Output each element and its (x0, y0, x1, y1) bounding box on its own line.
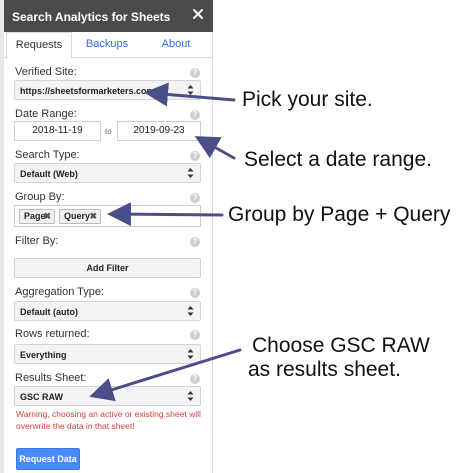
rows-returned-select[interactable]: Everything (14, 344, 201, 364)
select-arrows-icon (187, 85, 194, 95)
annotation-gsc-line1: Choose GSC RAW (252, 334, 430, 357)
overwrite-warning: Warning, choosing an active or existing … (16, 409, 201, 431)
search-type-select[interactable]: Default (Web) (14, 163, 201, 183)
sidebar-titlebar: Search Analytics for Sheets (4, 0, 213, 32)
tab-backups[interactable]: Backups (76, 32, 138, 58)
annotation-group: Group by Page + Query (228, 203, 451, 226)
aggregation-type-value: Default (auto) (20, 307, 78, 317)
help-icon[interactable]: ? (190, 330, 200, 340)
aggregation-type-label: Aggregation Type: (15, 286, 105, 298)
help-icon[interactable]: ? (190, 151, 200, 161)
sidebar-title: Search Analytics for Sheets (12, 10, 171, 24)
tab-bar: Requests Backups About (4, 32, 213, 59)
start-date-input[interactable]: 2018-11-19 (14, 121, 101, 141)
request-data-button[interactable]: Request Data (16, 448, 80, 470)
date-range-label: Date Range: (15, 108, 77, 120)
rows-returned-label: Rows returned: (15, 328, 90, 340)
remove-tag-icon[interactable]: ✖ (89, 210, 97, 223)
tab-requests[interactable]: Requests (6, 32, 72, 59)
verified-site-label: Verified Site: (15, 66, 77, 78)
date-to-label: to (105, 127, 112, 136)
help-icon[interactable]: ? (190, 374, 200, 384)
help-icon[interactable]: ? (190, 68, 200, 78)
verified-site-value: https://sheetsformarketers.com/ (20, 86, 158, 96)
remove-tag-icon[interactable]: ✖ (43, 210, 51, 223)
select-arrows-icon (187, 168, 194, 178)
group-by-label: Group By: (15, 191, 65, 203)
select-arrows-icon (187, 349, 194, 359)
group-tag-page[interactable]: Page ✖ (19, 209, 55, 224)
close-icon[interactable] (191, 7, 205, 21)
sidebar-panel: Search Analytics for Sheets Requests Bac… (4, 0, 213, 473)
group-tag-query[interactable]: Query ✖ (59, 209, 101, 224)
verified-site-select[interactable]: https://sheetsformarketers.com/ (14, 80, 201, 100)
group-by-input[interactable]: Page ✖ Query ✖ (14, 205, 201, 227)
select-arrows-icon (187, 391, 194, 401)
aggregation-type-select[interactable]: Default (auto) (14, 301, 201, 321)
help-icon[interactable]: ? (190, 110, 200, 120)
annotation-date: Select a date range. (244, 148, 432, 171)
results-sheet-label: Results Sheet: (15, 372, 87, 384)
select-arrows-icon (187, 306, 194, 316)
help-icon[interactable]: ? (190, 193, 200, 203)
results-sheet-select[interactable]: GSC RAW (14, 386, 201, 406)
tab-about[interactable]: About (144, 32, 208, 58)
results-sheet-value: GSC RAW (20, 392, 64, 402)
help-icon[interactable]: ? (190, 237, 200, 247)
annotation-site: Pick your site. (242, 88, 373, 111)
search-type-value: Default (Web) (20, 169, 78, 179)
search-type-label: Search Type: (15, 149, 80, 161)
help-icon[interactable]: ? (190, 288, 200, 298)
annotation-gsc-line2: as results sheet. (248, 358, 401, 381)
filter-by-label: Filter By: (15, 235, 59, 247)
rows-returned-value: Everything (20, 350, 67, 360)
add-filter-button[interactable]: Add Filter (14, 258, 201, 278)
end-date-input[interactable]: 2019-09-23 (117, 121, 201, 141)
